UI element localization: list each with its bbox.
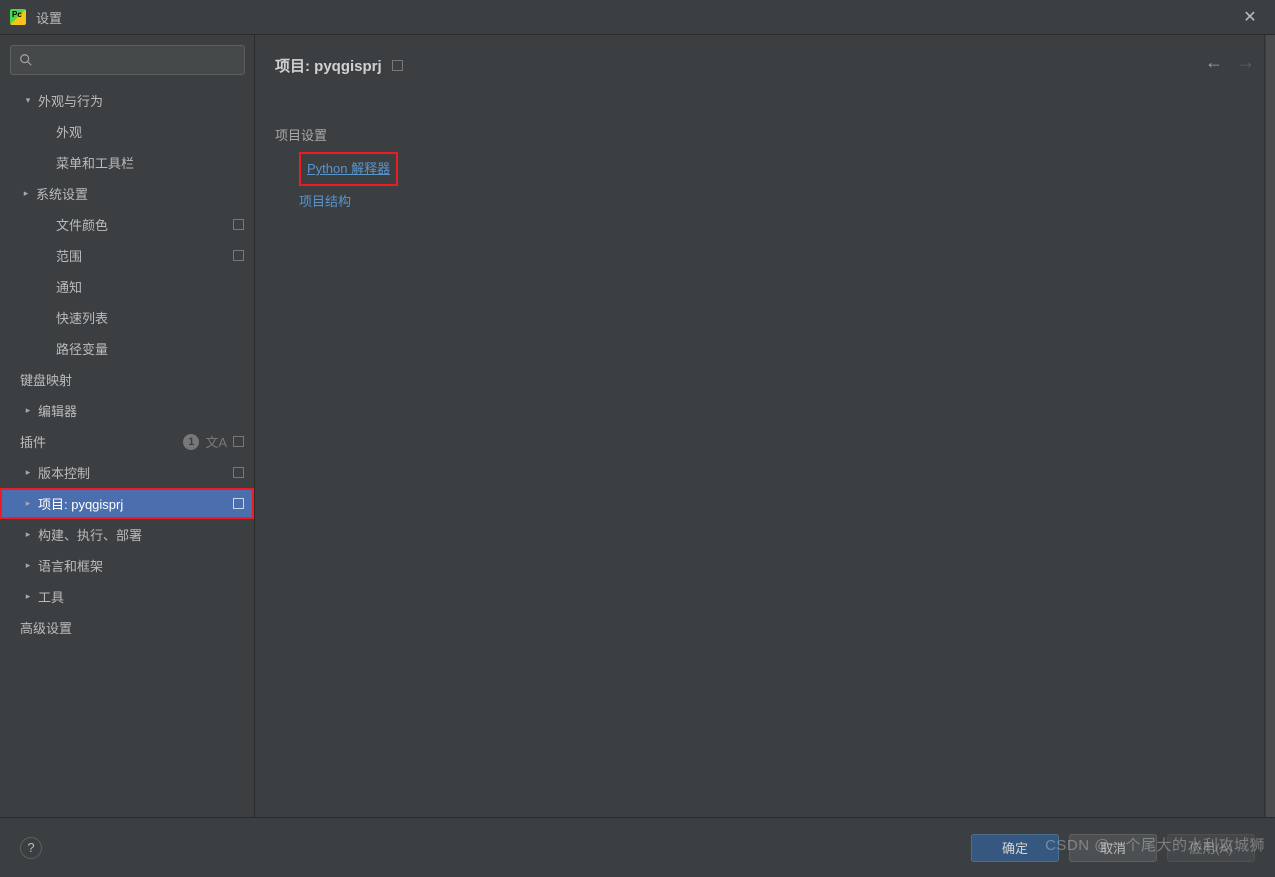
- dialog-footer: ? 确定 取消 应用(A): [0, 817, 1275, 877]
- language-icon: 文A: [205, 432, 227, 451]
- tree-item[interactable]: ▸ 构建、执行、部署: [0, 519, 254, 550]
- tree-item-label: 插件: [20, 432, 183, 451]
- settings-link[interactable]: Python 解释器: [305, 155, 392, 183]
- settings-link-list: Python 解释器项目结构: [275, 152, 1255, 216]
- count-badge: 1: [183, 434, 199, 450]
- project-scope-icon: [233, 250, 244, 261]
- tree-item-label: 版本控制: [38, 463, 233, 482]
- chevron-right-icon[interactable]: ▸: [22, 591, 34, 602]
- tree-item[interactable]: ▸ 工具: [0, 581, 254, 612]
- tree-item-label: 外观与行为: [38, 91, 244, 110]
- nav-back-icon[interactable]: ←: [1205, 52, 1223, 73]
- main-panel: ← → 项目: pyqgisprj 项目设置 Python 解释器项目结构: [255, 35, 1275, 817]
- tree-item[interactable]: ▸ 项目: pyqgisprj: [0, 488, 254, 519]
- project-scope-icon: [233, 219, 244, 230]
- tree-item-label: 编辑器: [38, 401, 244, 420]
- window-title: 设置: [36, 8, 1235, 27]
- tree-item[interactable]: 菜单和工具栏: [0, 147, 254, 178]
- chevron-right-icon[interactable]: ▸: [22, 560, 34, 571]
- tree-item-label: 构建、执行、部署: [38, 525, 244, 544]
- apply-button: 应用(A): [1167, 834, 1255, 862]
- tree-item-label: 文件颜色: [56, 215, 233, 234]
- search-input[interactable]: [38, 53, 236, 68]
- project-scope-icon: [233, 467, 244, 478]
- tree-item[interactable]: 外观: [0, 116, 254, 147]
- tree-item[interactable]: 键盘映射: [0, 364, 254, 395]
- scrollbar-thumb[interactable]: [1266, 35, 1275, 817]
- tree-item-label: 语言和框架: [38, 556, 244, 575]
- section-heading: 项目设置: [275, 125, 1255, 144]
- search-wrap: [0, 35, 254, 85]
- nav-forward-icon: →: [1237, 52, 1255, 73]
- tree-item-label: 快速列表: [56, 308, 244, 327]
- tree-item-label: 项目: pyqgisprj: [38, 494, 233, 513]
- tree-item[interactable]: ▸ 系统设置: [0, 178, 254, 209]
- highlight-box: Python 解释器: [299, 152, 398, 186]
- nav-controls: ← →: [1205, 52, 1255, 73]
- tree-item[interactable]: ▾ 外观与行为: [0, 85, 254, 116]
- chevron-right-icon[interactable]: ▸: [22, 467, 34, 478]
- help-button[interactable]: ?: [20, 837, 42, 859]
- sidebar: ▾ 外观与行为外观菜单和工具栏 ▸ 系统设置文件颜色范围通知快速列表路径变量键盘映射 ▸…: [0, 35, 255, 817]
- page-title: 项目: pyqgisprj: [275, 55, 382, 76]
- chevron-right-icon[interactable]: ▸: [22, 529, 34, 540]
- settings-link[interactable]: 项目结构: [299, 194, 351, 209]
- tree-item[interactable]: 范围: [0, 240, 254, 271]
- chevron-down-icon[interactable]: ▾: [22, 95, 34, 106]
- titlebar: 设置 ✕: [0, 0, 1275, 35]
- tree-item-label: 工具: [38, 587, 244, 606]
- content-area: ▾ 外观与行为外观菜单和工具栏 ▸ 系统设置文件颜色范围通知快速列表路径变量键盘映射 ▸…: [0, 35, 1275, 817]
- tree-item-label: 路径变量: [56, 339, 244, 358]
- tree-item[interactable]: ▸ 版本控制: [0, 457, 254, 488]
- tree-item[interactable]: 快速列表: [0, 302, 254, 333]
- project-scope-icon: [233, 436, 244, 447]
- tree-item-label: 菜单和工具栏: [56, 153, 244, 172]
- settings-tree: ▾ 外观与行为外观菜单和工具栏 ▸ 系统设置文件颜色范围通知快速列表路径变量键盘映射 ▸…: [0, 85, 254, 817]
- main-header: 项目: pyqgisprj: [275, 35, 1255, 95]
- project-scope-icon: [233, 498, 244, 509]
- tree-item-label: 范围: [56, 246, 233, 265]
- app-icon: [10, 9, 26, 25]
- chevron-right-icon[interactable]: ▸: [20, 188, 32, 199]
- tree-item[interactable]: ▸ 语言和框架: [0, 550, 254, 581]
- tree-item-label: 系统设置: [36, 184, 244, 203]
- cancel-button[interactable]: 取消: [1069, 834, 1157, 862]
- chevron-right-icon[interactable]: ▸: [22, 498, 34, 509]
- tree-item-label: 键盘映射: [20, 370, 244, 389]
- search-icon: [19, 53, 33, 67]
- tree-item-label: 高级设置: [20, 618, 244, 637]
- search-box[interactable]: [10, 45, 245, 75]
- close-icon[interactable]: ✕: [1235, 7, 1265, 27]
- tree-item[interactable]: 通知: [0, 271, 254, 302]
- tree-item[interactable]: 文件颜色: [0, 209, 254, 240]
- tree-item-label: 外观: [56, 122, 244, 141]
- tree-item[interactable]: 插件1 文A: [0, 426, 254, 457]
- tree-item[interactable]: 高级设置: [0, 612, 254, 643]
- scrollbar-track[interactable]: [1264, 35, 1275, 817]
- chevron-right-icon[interactable]: ▸: [22, 405, 34, 416]
- project-scope-icon: [392, 60, 403, 71]
- ok-button[interactable]: 确定: [971, 834, 1059, 862]
- tree-item-label: 通知: [56, 277, 244, 296]
- tree-item[interactable]: 路径变量: [0, 333, 254, 364]
- tree-item[interactable]: ▸ 编辑器: [0, 395, 254, 426]
